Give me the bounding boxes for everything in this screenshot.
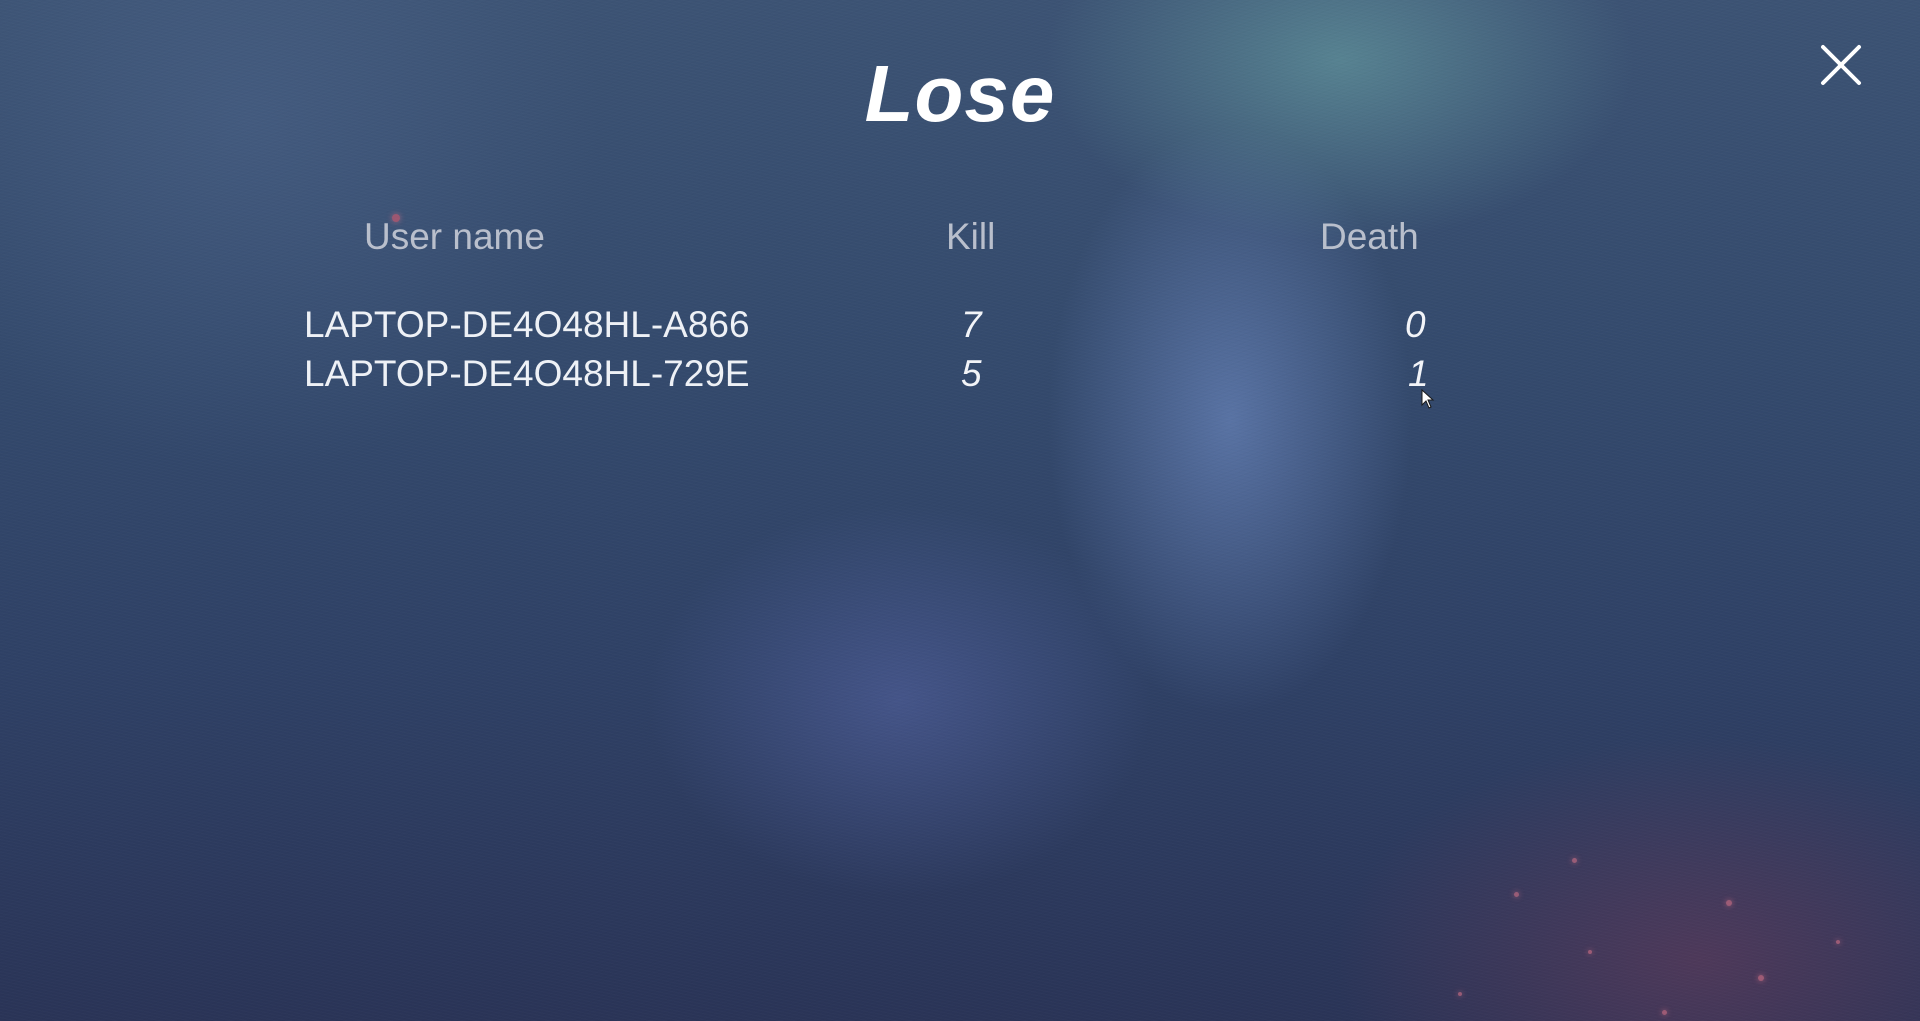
ambient-particle	[1836, 940, 1840, 944]
close-button[interactable]	[1818, 42, 1864, 88]
row-kill: 5	[961, 353, 982, 394]
ambient-particle	[1588, 950, 1592, 954]
close-icon	[1821, 45, 1861, 85]
background-texture	[0, 0, 1920, 1021]
row-death: 0	[1405, 304, 1426, 345]
row-username: LAPTOP-DE4O48HL-A866	[304, 304, 750, 345]
ambient-particle	[1572, 858, 1577, 863]
ambient-particle	[1726, 900, 1732, 906]
mouse-cursor-icon	[1421, 389, 1435, 409]
header-username: User name	[364, 216, 545, 257]
header-kill: Kill	[946, 216, 996, 257]
ambient-particle	[1758, 975, 1764, 981]
ambient-particle	[1458, 992, 1462, 996]
ambient-particle	[1662, 1010, 1667, 1015]
header-death: Death	[1320, 216, 1419, 257]
ambient-particle	[1514, 892, 1519, 897]
row-username: LAPTOP-DE4O48HL-729E	[304, 353, 750, 394]
row-kill: 7	[961, 304, 982, 345]
result-title: Lose	[864, 49, 1056, 138]
